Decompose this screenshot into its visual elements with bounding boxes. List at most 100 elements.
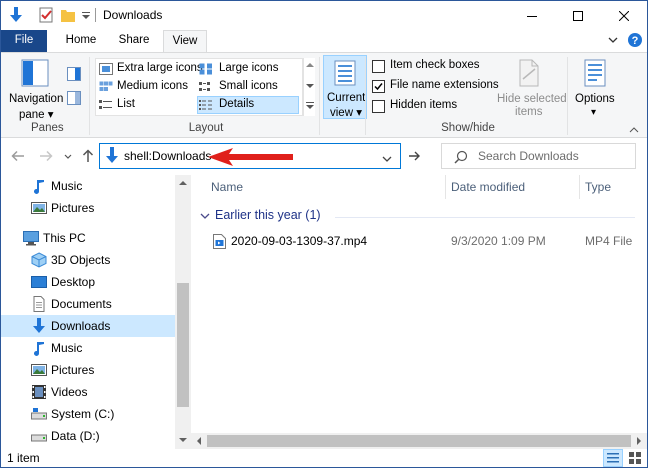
- layout-details-label: Details: [219, 98, 255, 110]
- tab-file[interactable]: File: [1, 30, 47, 52]
- layout-details[interactable]: Details: [197, 96, 299, 114]
- title-separator: [95, 8, 96, 22]
- preview-pane-icon[interactable]: [67, 67, 81, 84]
- expand-ribbon-icon[interactable]: [607, 34, 619, 49]
- nav-item-label: Desktop: [51, 275, 96, 289]
- up-icon[interactable]: [81, 149, 95, 166]
- 3d-objects-icon: [31, 252, 47, 268]
- layout-large-icons[interactable]: Large icons: [197, 60, 299, 78]
- group-header[interactable]: Earlier this year (1): [215, 208, 321, 222]
- nav-pane-scrollbar[interactable]: [175, 175, 191, 449]
- navigation-pane-label: Navigation: [9, 93, 64, 105]
- checkmark-icon: [374, 83, 383, 91]
- collapse-group-icon[interactable]: [200, 212, 210, 220]
- file-name[interactable]: 2020-09-03-1309-37.mp4: [231, 234, 367, 248]
- column-separator[interactable]: [579, 175, 580, 199]
- navigation-pane: Music Pictures This PC 3D Objects Deskto…: [1, 175, 191, 449]
- recent-locations-icon[interactable]: [63, 151, 73, 165]
- layout-list-label: List: [117, 98, 135, 110]
- maximize-button[interactable]: [555, 1, 601, 30]
- navigation-pane-button[interactable]: Navigation pane ▾: [7, 57, 64, 121]
- item-check-boxes-checkbox[interactable]: [372, 60, 385, 73]
- nav-item-label: Data (D:): [51, 429, 100, 443]
- group-separator: [89, 57, 90, 135]
- properties-quick-access-icon[interactable]: [39, 7, 53, 23]
- nav-item-pictures[interactable]: Pictures: [1, 197, 175, 219]
- column-header-type[interactable]: Type: [585, 180, 611, 194]
- hide-selected-items-icon: [519, 59, 539, 87]
- layout-gallery-scroll[interactable]: [303, 58, 315, 116]
- medium-icons-icon: [99, 81, 113, 91]
- collapse-ribbon-icon[interactable]: [629, 123, 639, 137]
- nav-item-3d-objects[interactable]: 3D Objects: [1, 249, 175, 271]
- system-drive-icon: [31, 408, 47, 420]
- nav-item-pictures-pc[interactable]: Pictures: [1, 359, 175, 381]
- address-history-chevron-icon[interactable]: [382, 152, 392, 166]
- refresh-arrow-icon[interactable]: [407, 148, 423, 167]
- layout-medium-icons[interactable]: Medium icons: [97, 78, 195, 96]
- nav-item-data-drive[interactable]: Data (D:): [1, 425, 175, 447]
- tab-home[interactable]: Home: [57, 30, 105, 52]
- nav-item-desktop[interactable]: Desktop: [1, 271, 175, 293]
- nav-pane-scroll-thumb[interactable]: [177, 283, 189, 407]
- hide-selected-items-button[interactable]: Hide selected items: [493, 57, 567, 119]
- layout-small-icons[interactable]: Small icons: [197, 78, 299, 96]
- current-view-label: Current: [327, 92, 366, 104]
- nav-item-this-pc[interactable]: This PC: [1, 227, 175, 249]
- nav-item-system-drive[interactable]: System (C:): [1, 403, 175, 425]
- explorer-window: Downloads File Home Share View ? Navigat…: [0, 0, 648, 468]
- address-input[interactable]: shell:Downloads: [124, 149, 211, 163]
- nav-item-downloads[interactable]: Downloads: [1, 315, 175, 337]
- customize-toolbar-icon[interactable]: [81, 7, 91, 23]
- file-list-scroll-thumb[interactable]: [207, 435, 631, 447]
- nav-item-label: Music: [51, 341, 83, 355]
- scroll-right-icon[interactable]: [636, 437, 642, 445]
- column-header-name[interactable]: Name: [211, 180, 243, 194]
- layout-list[interactable]: List: [97, 96, 195, 114]
- nav-item-label: Pictures: [51, 201, 95, 215]
- tab-share[interactable]: Share: [111, 30, 157, 52]
- file-name-extensions-checkbox[interactable]: [372, 80, 385, 93]
- address-row: shell:Downloads Search Downloads: [1, 138, 647, 174]
- group-separator: [567, 57, 568, 135]
- hidden-items-checkbox[interactable]: [372, 100, 385, 113]
- column-header-date-modified[interactable]: Date modified: [451, 180, 525, 194]
- back-icon[interactable]: [11, 149, 25, 166]
- nav-item-music-pc[interactable]: Music: [1, 337, 175, 359]
- tab-view[interactable]: View: [163, 30, 207, 53]
- nav-item-videos[interactable]: Videos: [1, 381, 175, 403]
- scroll-down-icon[interactable]: [179, 437, 187, 443]
- options-button[interactable]: Options ▾: [573, 57, 617, 119]
- large-icons-view-toggle[interactable]: [625, 449, 645, 467]
- current-view-button[interactable]: Current view ▾: [323, 55, 367, 119]
- help-icon[interactable]: ?: [627, 32, 643, 51]
- music-icon: [34, 180, 44, 194]
- search-box[interactable]: Search Downloads: [441, 143, 636, 169]
- layout-extra-large-icons[interactable]: Extra large icons: [97, 60, 203, 78]
- current-view-icon: [334, 60, 356, 86]
- scroll-up-icon[interactable]: [179, 180, 187, 186]
- file-name-extensions-label: File name extensions: [390, 79, 499, 91]
- downloads-icon: [9, 7, 23, 23]
- layout-extra-large-icons-label: Extra large icons: [117, 62, 203, 74]
- scroll-left-icon[interactable]: [196, 437, 202, 445]
- file-list-horizontal-scrollbar[interactable]: [191, 433, 647, 449]
- forward-icon[interactable]: [39, 149, 53, 166]
- column-separator[interactable]: [445, 175, 446, 199]
- search-icon: [454, 150, 468, 167]
- minimize-button[interactable]: [509, 1, 555, 30]
- details-pane-icon[interactable]: [67, 91, 81, 108]
- nav-item-label: Music: [51, 179, 83, 193]
- file-type: MP4 File: [585, 234, 633, 248]
- nav-item-music[interactable]: Music: [1, 175, 175, 197]
- annotation-arrow: [208, 148, 293, 166]
- new-folder-quick-access-icon[interactable]: [61, 7, 75, 23]
- small-icons-icon: [199, 82, 210, 91]
- nav-item-documents[interactable]: Documents: [1, 293, 175, 315]
- close-button[interactable]: [601, 1, 647, 30]
- nav-item-label: Downloads: [51, 319, 111, 333]
- item-check-boxes-label: Item check boxes: [390, 59, 480, 71]
- details-view-toggle[interactable]: [603, 449, 623, 467]
- layout-medium-icons-label: Medium icons: [117, 80, 188, 92]
- search-input[interactable]: Search Downloads: [478, 149, 579, 163]
